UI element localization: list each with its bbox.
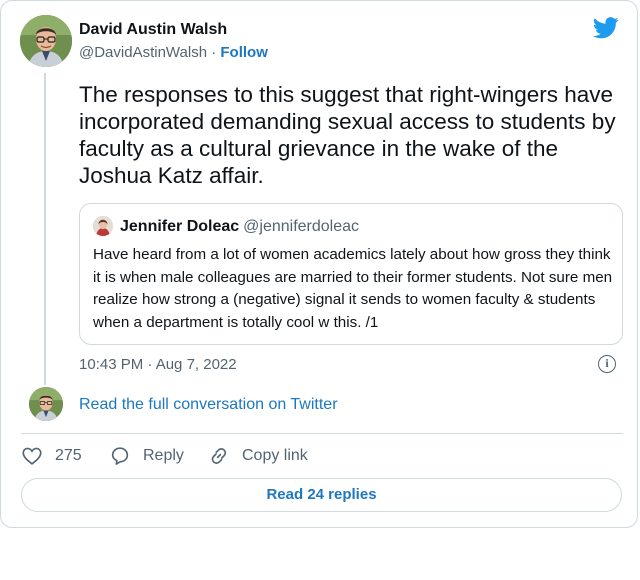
- copy-link-label: Copy link: [242, 447, 308, 464]
- link-icon: [211, 448, 227, 464]
- author-name[interactable]: David Austin Walsh: [79, 21, 227, 39]
- info-icon[interactable]: i: [598, 355, 616, 373]
- quote-author-name: Jennifer Doleac: [120, 218, 240, 235]
- copy-link-button[interactable]: Copy link: [208, 445, 308, 467]
- read-replies-button[interactable]: Read 24 replies: [21, 478, 622, 512]
- quote-author-row: Jennifer Doleac @jenniferdoleac: [120, 218, 359, 236]
- like-count: 275: [55, 447, 82, 464]
- tweet-card: David Austin Walsh @DavidAstinWalsh · Fo…: [0, 0, 638, 528]
- conversation-avatar: [29, 387, 63, 421]
- quote-text: Have heard from a lot of women academics…: [93, 246, 613, 331]
- handle-separator: ·: [211, 44, 217, 61]
- author-handle[interactable]: @DavidAstinWalsh: [79, 44, 207, 61]
- like-button[interactable]: 275: [21, 445, 82, 467]
- tweet-text: The responses to this suggest that right…: [79, 82, 616, 188]
- heart-icon: [22, 447, 42, 465]
- read-conversation-link[interactable]: Read the full conversation on Twitter: [79, 396, 338, 414]
- reply-button[interactable]: Reply: [109, 445, 184, 467]
- author-avatar[interactable]: [20, 15, 72, 67]
- divider: [21, 433, 623, 434]
- twitter-bird-icon[interactable]: [593, 17, 619, 39]
- quote-author-avatar: [93, 216, 113, 236]
- speech-bubble-icon: [111, 447, 129, 465]
- author-handle-row: @DavidAstinWalsh · Follow: [79, 44, 268, 61]
- quoted-tweet[interactable]: Jennifer Doleac @jenniferdoleac Have hear…: [79, 203, 623, 345]
- thread-line: [44, 73, 46, 385]
- follow-button[interactable]: Follow: [220, 44, 268, 61]
- tweet-timestamp[interactable]: 10:43 PM · Aug 7, 2022: [79, 356, 237, 373]
- reply-label: Reply: [143, 447, 184, 464]
- action-bar: 275 Reply Copy link: [1, 445, 640, 467]
- quote-author-handle: @jenniferdoleac: [243, 218, 360, 235]
